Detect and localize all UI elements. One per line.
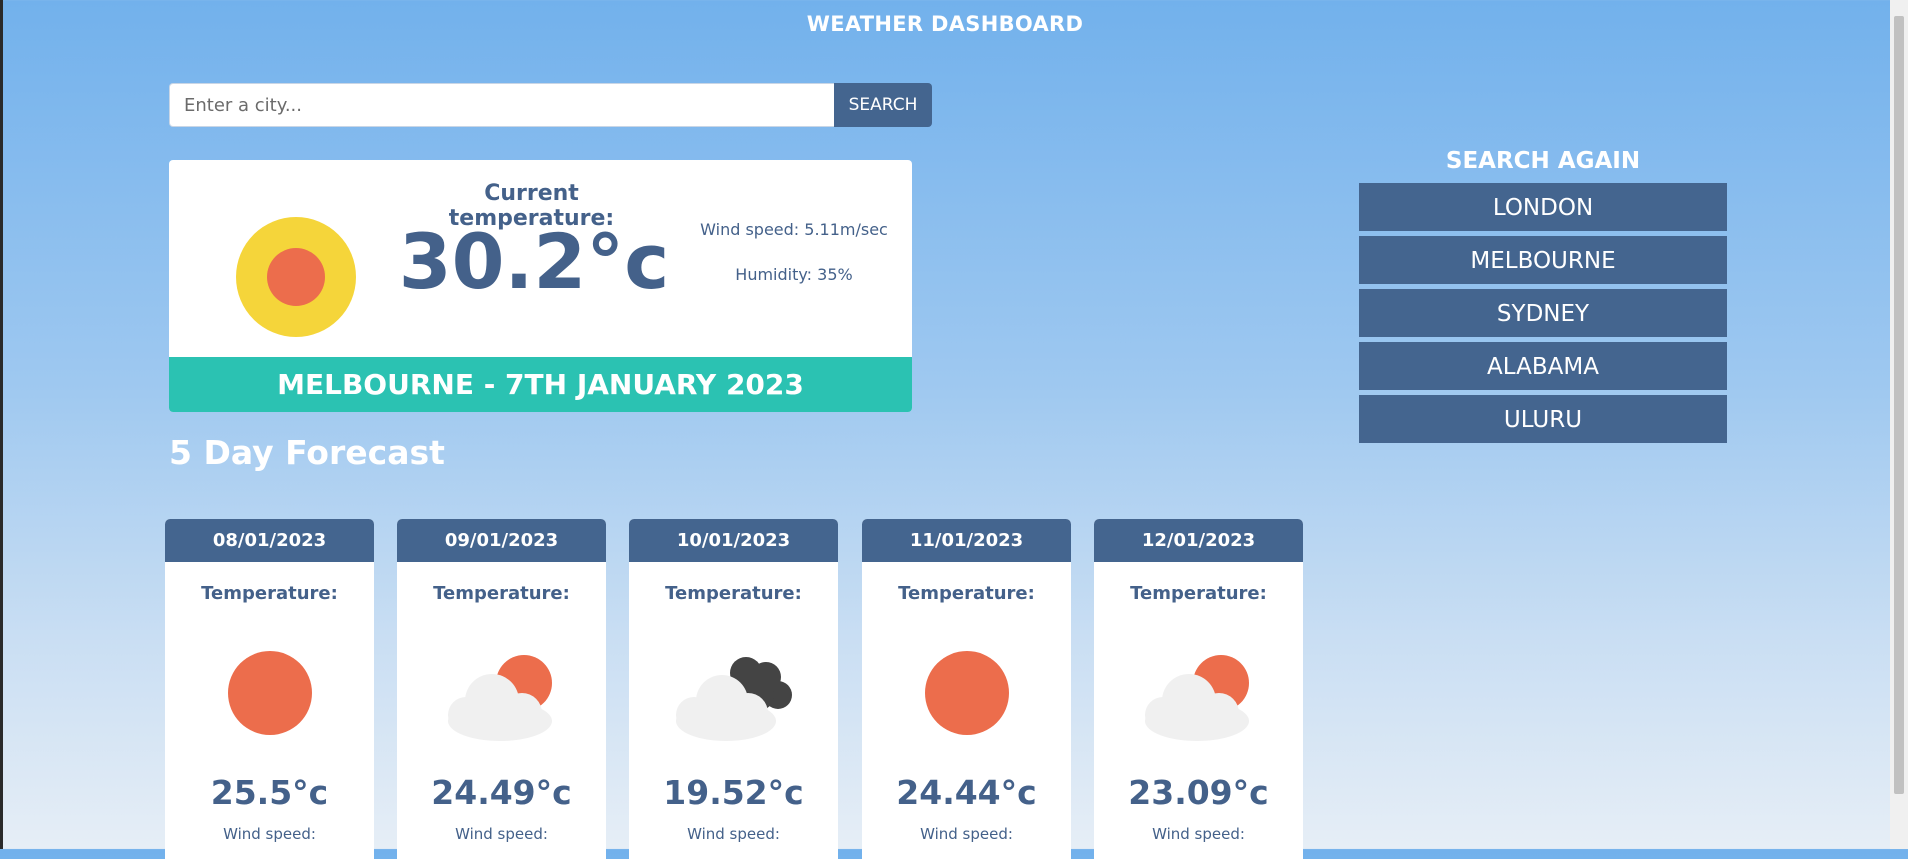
forecast-temperature-value: 19.52°c [663,773,804,812]
app-title: WEATHER DASHBOARD [806,12,1084,36]
city-search-input[interactable] [169,83,834,127]
forecast-temperature-label: Temperature: [1130,583,1267,604]
history-city-button[interactable]: LONDON [1359,183,1727,231]
forecast-card: 10/01/2023 Temperature: 19.52°c Wind spe… [629,519,838,859]
history-city-button[interactable]: ULURU [1359,395,1727,443]
current-weather-card: Current temperature: 30.2°c Wind speed: … [169,160,912,412]
forecast-heading: 5 Day Forecast [169,433,445,472]
sun-icon [236,217,356,337]
scrollbar-thumb[interactable] [1894,16,1904,794]
forecast-date: 11/01/2023 [862,519,1071,562]
current-temperature-value: 30.2°c [398,217,670,306]
forecast-temperature-value: 23.09°c [1128,773,1269,812]
sun-icon [228,651,312,735]
forecast-wind-speed: Wind speed: [223,825,316,843]
forecast-row: 08/01/2023 Temperature: 25.5°c Wind spee… [165,519,1305,859]
forecast-wind-speed: Wind speed: [687,825,780,843]
forecast-card: 11/01/2023 Temperature: 24.44°c Wind spe… [862,519,1071,859]
forecast-temperature-label: Temperature: [433,583,570,604]
search-history-panel: SEARCH AGAIN LONDON MELBOURNE SYDNEY ALA… [1359,148,1727,448]
city-date-banner: MELBOURNE - 7TH JANUARY 2023 [169,357,912,412]
forecast-card: 12/01/2023 Temperature: 23.09°c Wind spe… [1094,519,1303,859]
forecast-date: 10/01/2023 [629,519,838,562]
cloudy-icon [676,657,792,741]
partly-cloudy-icon [448,655,552,741]
current-wind-speed: Wind speed: 5.11m/sec [700,220,888,239]
forecast-date: 12/01/2023 [1094,519,1303,562]
sun-icon [925,651,1009,735]
forecast-temperature-value: 25.5°c [210,773,329,812]
search-button[interactable]: SEARCH [834,83,932,127]
partly-cloudy-icon [1145,655,1249,741]
forecast-temperature-value: 24.44°c [896,773,1037,812]
forecast-date: 09/01/2023 [397,519,606,562]
search-again-title: SEARCH AGAIN [1445,148,1641,174]
forecast-wind-speed: Wind speed: [1152,825,1245,843]
history-city-button[interactable]: MELBOURNE [1359,236,1727,284]
forecast-temperature-label: Temperature: [665,583,802,604]
search-bar: SEARCH [169,83,932,127]
history-city-button[interactable]: SYDNEY [1359,289,1727,337]
forecast-wind-speed: Wind speed: [920,825,1013,843]
vertical-scrollbar[interactable] [1890,0,1908,849]
forecast-temperature-value: 24.49°c [431,773,572,812]
current-humidity: Humidity: 35% [735,265,853,284]
forecast-wind-speed: Wind speed: [455,825,548,843]
window-edge [0,0,3,849]
forecast-date: 08/01/2023 [165,519,374,562]
forecast-temperature-label: Temperature: [201,583,338,604]
forecast-temperature-label: Temperature: [898,583,1035,604]
forecast-card: 08/01/2023 Temperature: 25.5°c Wind spee… [165,519,374,859]
history-city-button[interactable]: ALABAMA [1359,342,1727,390]
forecast-card: 09/01/2023 Temperature: 24.49°c Wind spe… [397,519,606,859]
